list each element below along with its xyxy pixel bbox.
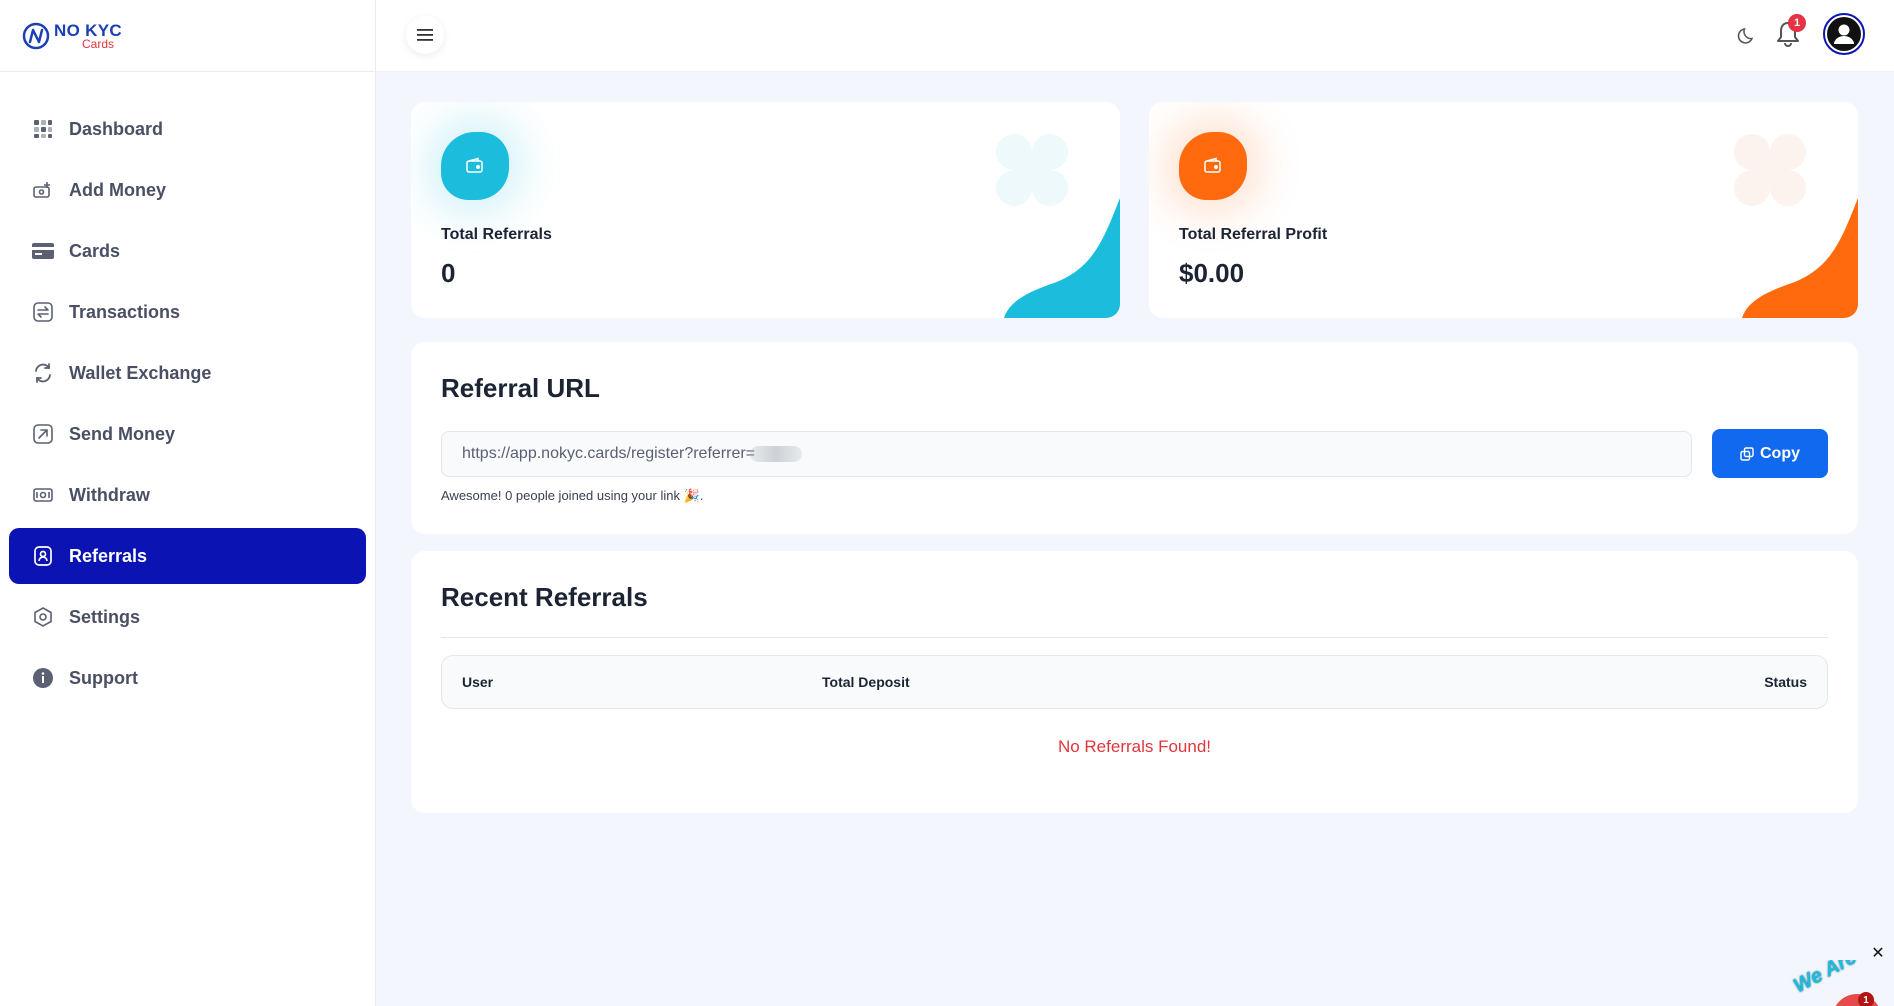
sidebar-item-label: Dashboard [69, 118, 164, 139]
column-header-user[interactable]: User [462, 674, 493, 690]
settings-icon [31, 605, 55, 629]
stat-label: Total Referrals [441, 226, 552, 243]
sidebar-item-label: Settings [69, 606, 141, 627]
sidebar: NO KYC Cards Dashboard Add Money Cards T… [0, 0, 376, 1006]
sidebar-item-label: Support [69, 667, 138, 688]
sidebar-item-label: Transactions [69, 301, 181, 322]
wallet-icon [1179, 132, 1247, 200]
send-money-icon [31, 422, 55, 446]
stat-value: $0.00 [1179, 258, 1245, 288]
copy-button[interactable]: Copy [1712, 429, 1828, 478]
brand-logo[interactable]: NO KYC Cards [0, 0, 375, 72]
add-money-icon [31, 178, 55, 202]
copy-icon [1740, 446, 1754, 461]
brand-subtitle: Cards [82, 36, 115, 51]
dashboard-grid-icon [31, 117, 55, 141]
notifications-button[interactable]: 1 [1770, 14, 1806, 52]
column-header-total-deposit[interactable]: Total Deposit [822, 674, 910, 690]
credit-card-icon [31, 239, 55, 263]
clover-decoration-icon [1734, 134, 1806, 206]
hamburger-icon [417, 29, 433, 41]
chat-widget[interactable]: We Are Here! 1 [1782, 960, 1894, 1006]
stat-label: Total Referral Profit [1179, 226, 1328, 243]
sidebar-item-label: Send Money [69, 423, 176, 444]
topbar: 1 [376, 0, 1894, 72]
user-avatar-icon [1827, 17, 1861, 51]
hamburger-menu-button[interactable] [406, 16, 444, 54]
sidebar-item-referrals[interactable]: Referrals [9, 528, 366, 584]
section-divider [441, 637, 1828, 638]
sidebar-item-support[interactable]: Support [9, 650, 366, 706]
clover-decoration-icon [996, 134, 1068, 206]
sidebar-nav: Dashboard Add Money Cards Transactions W… [0, 72, 375, 706]
recent-referrals-card: Recent Referrals User Total Deposit Stat… [411, 551, 1858, 813]
notification-count-badge: 1 [1788, 14, 1806, 32]
withdraw-icon [31, 483, 55, 507]
sidebar-item-cards[interactable]: Cards [9, 223, 366, 279]
chat-widget-badge: 1 [1858, 992, 1874, 1006]
dark-mode-toggle[interactable] [1732, 20, 1762, 50]
column-header-status[interactable]: Status [1764, 674, 1807, 690]
referrals-icon [31, 544, 55, 568]
total-referrals-card: Total Referrals 0 [411, 102, 1120, 318]
logo-icon [22, 22, 50, 49]
recent-referrals-title: Recent Referrals [441, 582, 648, 612]
wallet-icon [441, 132, 509, 200]
user-avatar-button[interactable] [1823, 13, 1865, 55]
sidebar-item-send-money[interactable]: Send Money [9, 406, 366, 462]
referrals-table-header: User Total Deposit Status [441, 655, 1828, 709]
referral-url-title: Referral URL [441, 373, 600, 403]
sidebar-item-dashboard[interactable]: Dashboard [9, 101, 366, 157]
sidebar-item-settings[interactable]: Settings [9, 589, 366, 645]
sidebar-item-add-money[interactable]: Add Money [9, 162, 366, 218]
brand-title: NO KYC [54, 20, 122, 40]
redacted-referrer-code [750, 446, 802, 462]
chat-bubble-icon [1832, 994, 1882, 1006]
empty-state-message: No Referrals Found! [1057, 737, 1212, 756]
wave-decoration [1004, 198, 1120, 318]
wave-decoration [1742, 198, 1858, 318]
chat-widget-text: We Are Here! [1790, 960, 1894, 998]
referral-url-card: Referral URL Copy Awesome! 0 people join… [411, 342, 1858, 534]
exchange-icon [31, 361, 55, 385]
support-info-icon [31, 666, 55, 690]
sidebar-item-label: Withdraw [69, 484, 150, 505]
sidebar-item-withdraw[interactable]: Withdraw [9, 467, 366, 523]
referral-join-note: Awesome! 0 people joined using your link… [441, 488, 704, 503]
copy-button-label: Copy [1760, 444, 1800, 462]
referral-url-field[interactable] [441, 431, 1692, 477]
sidebar-item-label: Cards [69, 240, 121, 261]
total-referral-profit-card: Total Referral Profit $0.00 [1149, 102, 1858, 318]
sidebar-item-label: Add Money [69, 179, 166, 200]
sidebar-item-label: Wallet Exchange [69, 362, 212, 383]
transactions-icon [31, 300, 55, 324]
stat-value: 0 [441, 258, 456, 288]
sidebar-item-label: Referrals [69, 545, 148, 566]
sidebar-item-transactions[interactable]: Transactions [9, 284, 366, 340]
moon-icon [1737, 28, 1754, 44]
sidebar-item-wallet-exchange[interactable]: Wallet Exchange [9, 345, 366, 401]
